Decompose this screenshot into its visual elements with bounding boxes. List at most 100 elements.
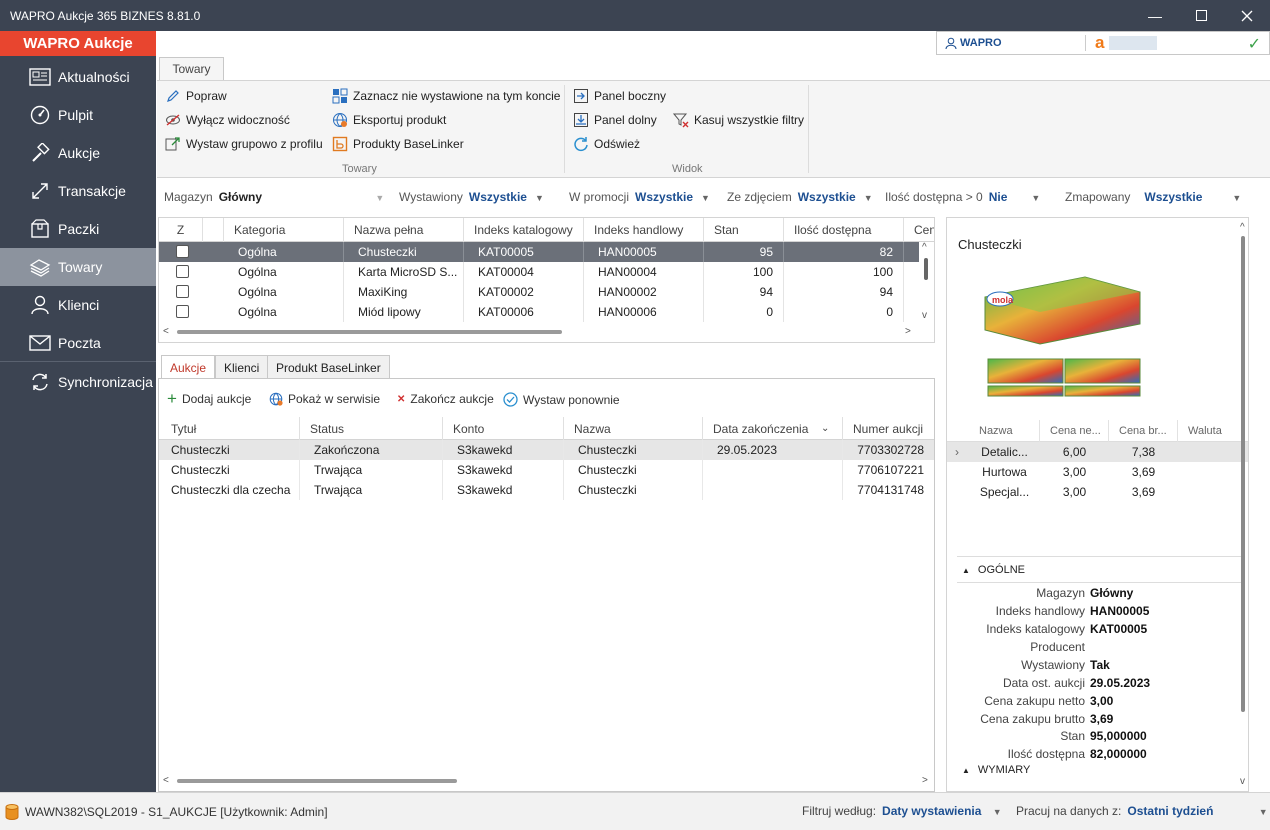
sidebar-item-poczta[interactable]: Poczta bbox=[0, 324, 156, 362]
property-row: Cena zakupu netto 3,00 bbox=[984, 694, 1114, 708]
scroll-right-icon[interactable]: > bbox=[922, 775, 928, 786]
wystaw-grupowo-button[interactable]: Wystaw grupowo z profilu bbox=[165, 136, 323, 152]
wylacz-widocznosc-button[interactable]: Wyłącz widoczność bbox=[165, 112, 290, 128]
vertical-scrollbar[interactable] bbox=[924, 258, 928, 280]
pokaz-w-serwisie-button[interactable]: Pokaż w serwisie bbox=[269, 392, 380, 406]
sidebar-item-pulpit[interactable]: Pulpit bbox=[0, 96, 156, 134]
property-row: Magazyn Główny bbox=[1036, 586, 1134, 600]
sidebar-item-label: Klienci bbox=[58, 297, 100, 313]
column-header[interactable]: Data zakończenia ⌄ bbox=[703, 417, 843, 441]
sort-chevron-icon: ⌄ bbox=[821, 423, 830, 434]
odswiez-button[interactable]: Odśwież bbox=[573, 136, 640, 152]
column-header[interactable]: Ilość dostępna bbox=[784, 218, 904, 242]
filter-ilosc[interactable]: Ilość dostępna > 0 Nie ▼ bbox=[885, 190, 1040, 204]
sidebar-item-label: Pulpit bbox=[58, 107, 94, 123]
maximize-button[interactable] bbox=[1178, 0, 1224, 31]
sidebar-item-paczki[interactable]: Paczki bbox=[0, 210, 156, 248]
sidebar-item-aukcje[interactable]: Aukcje bbox=[0, 134, 156, 172]
scroll-down-icon[interactable]: v bbox=[1240, 776, 1245, 787]
column-header[interactable]: Stan bbox=[704, 218, 784, 242]
kasuj-filtry-button[interactable]: Kasuj wszystkie filtry bbox=[673, 112, 804, 128]
table-row[interactable]: Chusteczki Zakończona S3kawekd Chusteczk… bbox=[159, 440, 934, 460]
sidebar-item-label: Synchronizacja bbox=[58, 374, 153, 390]
section-wymiary[interactable]: ▲ WYMIARY bbox=[962, 764, 1030, 776]
ribbon-divider bbox=[564, 85, 565, 173]
filter-zmapowany[interactable]: Zmapowany Wszystkie ▼ bbox=[1065, 190, 1241, 204]
sidebar-item-transakcje[interactable]: Transakcje bbox=[0, 172, 156, 210]
scroll-up-icon[interactable]: ^ bbox=[1240, 222, 1245, 233]
sidebar-item-synchronizacja[interactable]: Synchronizacja bbox=[0, 363, 156, 401]
table-row[interactable]: › Detalic... 6,00 7,38 bbox=[947, 442, 1248, 462]
column-header[interactable]: Kategoria bbox=[224, 218, 344, 242]
minimize-button[interactable]: — bbox=[1132, 0, 1178, 31]
filter-zdjecie[interactable]: Ze zdjęciem Wszystkie ▼ bbox=[727, 190, 873, 204]
column-header[interactable]: Numer aukcji bbox=[843, 417, 934, 441]
scroll-right-icon[interactable]: > bbox=[905, 326, 911, 337]
table-row[interactable]: Chusteczki dla czecha Trwająca S3kawekd … bbox=[159, 480, 934, 500]
table-row[interactable]: Ogólna Miód lipowy KAT00006 HAN00006 0 0 bbox=[159, 302, 919, 322]
filter-by-dropdown[interactable]: Filtruj według: Daty wystawienia ▼ bbox=[802, 804, 1002, 818]
eksportuj-button[interactable]: Eksportuj produkt bbox=[332, 112, 446, 128]
sidebar-item-towary[interactable]: Towary bbox=[0, 248, 156, 286]
table-row[interactable]: Ogólna Chusteczki KAT00005 HAN00005 95 8… bbox=[159, 242, 919, 262]
tab-produkt-baselinker[interactable]: Produkt BaseLinker bbox=[267, 355, 390, 379]
product-image: mola bbox=[984, 276, 1141, 397]
zakoncz-aukcje-button[interactable]: ✕ Zakończ aukcje bbox=[397, 392, 494, 406]
table-row[interactable]: Specjal... 3,00 3,69 bbox=[947, 482, 1248, 502]
column-header[interactable]: Nazwa bbox=[564, 417, 703, 441]
horizontal-scrollbar[interactable] bbox=[177, 330, 562, 334]
tab-aukcje[interactable]: Aukcje bbox=[161, 355, 216, 379]
column-header[interactable]: Konto bbox=[443, 417, 564, 441]
panel-boczny-button[interactable]: Panel boczny bbox=[573, 88, 666, 104]
scroll-up-icon[interactable]: ^ bbox=[922, 242, 927, 253]
table-row[interactable]: Chusteczki Trwająca S3kawekd Chusteczki … bbox=[159, 460, 934, 480]
produkty-baselinker-button[interactable]: Produkty BaseLinker bbox=[332, 136, 464, 152]
filter-magazyn[interactable]: Magazyn Główny ▼ bbox=[164, 190, 384, 204]
chevron-down-icon: ▼ bbox=[701, 193, 710, 203]
column-header[interactable]: Nazwa bbox=[969, 420, 1040, 442]
row-checkbox[interactable] bbox=[176, 285, 189, 298]
panel-dolny-button[interactable]: Panel dolny bbox=[573, 112, 657, 128]
scroll-left-icon[interactable]: < bbox=[163, 775, 169, 786]
vertical-scrollbar[interactable] bbox=[1241, 236, 1245, 712]
products-icon bbox=[28, 255, 52, 279]
row-checkbox[interactable] bbox=[176, 305, 189, 318]
tab-klienci[interactable]: Klienci bbox=[215, 355, 269, 379]
filter-wystawiony[interactable]: Wystawiony Wszystkie ▼ bbox=[399, 190, 544, 204]
popraw-button[interactable]: Popraw bbox=[165, 88, 227, 104]
chevron-down-icon: ▼ bbox=[992, 807, 1002, 817]
chevron-down-icon: ▼ bbox=[863, 193, 873, 203]
filter-promocja[interactable]: W promocji Wszystkie ▼ bbox=[569, 190, 710, 204]
column-header[interactable]: Status bbox=[300, 417, 443, 441]
column-header[interactable]: Nazwa pełna bbox=[344, 218, 464, 242]
column-header[interactable]: Cena br... bbox=[1109, 420, 1178, 442]
scroll-down-icon[interactable]: v bbox=[922, 310, 927, 321]
row-checkbox[interactable] bbox=[176, 265, 189, 278]
table-row[interactable]: Ogólna Karta MicroSD S... KAT00004 HAN00… bbox=[159, 262, 919, 282]
row-checkbox[interactable] bbox=[176, 245, 189, 258]
sidebar-item-klienci[interactable]: Klienci bbox=[0, 286, 156, 324]
scroll-left-icon[interactable]: < bbox=[163, 326, 169, 337]
column-header[interactable]: Z bbox=[159, 218, 203, 242]
mail-icon bbox=[28, 331, 52, 355]
dodaj-aukcje-button[interactable]: + Dodaj aukcje bbox=[167, 390, 251, 407]
wystaw-ponownie-button[interactable]: Wystaw ponownie bbox=[503, 392, 620, 407]
column-header[interactable]: Tytuł bbox=[159, 417, 300, 441]
work-period-dropdown[interactable]: Pracuj na danych z: Ostatni tydzień ▼ bbox=[1016, 804, 1268, 818]
zaznacz-button[interactable]: Zaznacz nie wystawione na tym koncie bbox=[332, 88, 560, 104]
column-header[interactable]: Indeks katalogowy bbox=[464, 218, 584, 242]
account-name-redacted bbox=[1109, 36, 1157, 50]
section-divider bbox=[957, 556, 1241, 557]
sidebar-item-aktualnosci[interactable]: Aktualności bbox=[0, 58, 156, 96]
table-row[interactable]: Hurtowa 3,00 3,69 bbox=[947, 462, 1248, 482]
horizontal-scrollbar[interactable] bbox=[177, 779, 457, 783]
user-account[interactable]: WAPRO bbox=[945, 37, 1002, 49]
column-header[interactable]: Cena ne... bbox=[1040, 420, 1109, 442]
table-row[interactable]: Ogólna MaxiKing KAT00002 HAN00002 94 94 bbox=[159, 282, 919, 302]
column-header[interactable]: Waluta bbox=[1178, 420, 1248, 442]
column-header[interactable]: Indeks handlowy bbox=[584, 218, 704, 242]
close-button[interactable] bbox=[1224, 0, 1270, 31]
column-header[interactable]: Cen bbox=[904, 218, 934, 242]
tab-towary[interactable]: Towary bbox=[159, 57, 224, 81]
section-ogolne[interactable]: ▲ OGÓLNE bbox=[962, 564, 1025, 576]
